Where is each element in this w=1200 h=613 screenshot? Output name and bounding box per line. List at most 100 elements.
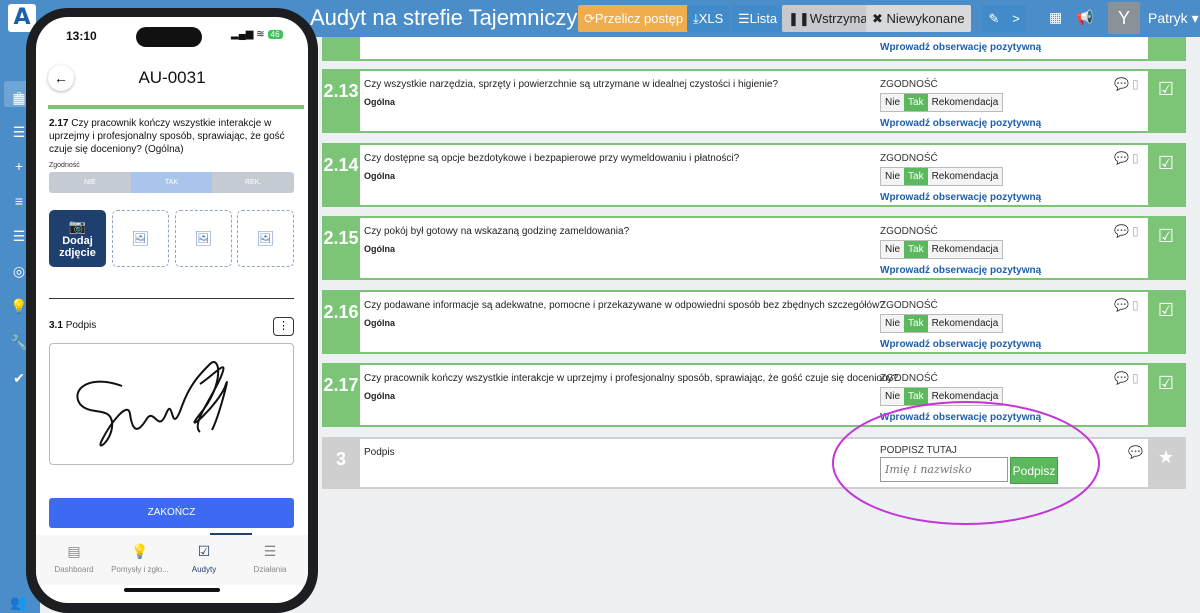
add-photo-button[interactable]: 📷 Dodaj zdjęcie — [49, 210, 106, 267]
xls-export-button[interactable]: ⤓XLS — [687, 5, 730, 32]
item-question: Czy pokój był gotowy na wskazaną godzinę… — [364, 226, 630, 237]
sign-here-label: PODPISZ TUTAJ — [880, 445, 957, 456]
avatar[interactable]: Y — [1108, 2, 1140, 34]
recalc-progress-button[interactable]: ⟳Przelicz postęp — [578, 5, 690, 32]
users-icon[interactable]: 👥 — [10, 593, 28, 611]
comment-icon[interactable]: 💬 — [1128, 445, 1143, 459]
camera-icon: 📷 — [68, 218, 87, 234]
item-number: 3 — [322, 439, 360, 487]
comment-icon[interactable]: 💬 — [1114, 298, 1129, 312]
edit-button[interactable]: ✎ — [982, 5, 1006, 32]
item-question: Czy pracownik kończy wszystkie interakcj… — [364, 373, 899, 384]
yes-button[interactable]: Tak — [904, 388, 928, 405]
checkbox-icon: ☑ — [197, 543, 211, 559]
positive-observation-link[interactable]: Wprowadź obserwację pozytywną — [880, 42, 1041, 53]
document-icon[interactable]: ▯ — [1132, 151, 1139, 165]
signature-item: 3 Podpis PODPISZ TUTAJ Podpisz 💬 ★ — [322, 437, 1186, 489]
star-icon[interactable]: ★ — [1148, 439, 1184, 487]
item-category: Ogólna — [364, 244, 395, 254]
more-options-icon[interactable]: ⋮ — [273, 317, 294, 336]
seg-yes[interactable]: TAK — [130, 172, 213, 193]
image-placeholder-icon[interactable]: 🖼 — [237, 210, 294, 267]
positive-observation-link[interactable]: Wprowadź obserwację pozytywną — [880, 339, 1041, 350]
yes-button[interactable]: Tak — [904, 241, 928, 258]
positive-observation-link[interactable]: Wprowadź obserwację pozytywną — [880, 118, 1041, 129]
megaphone-icon[interactable]: 📢 — [1076, 9, 1093, 26]
document-icon[interactable]: ▯ — [1132, 224, 1139, 238]
seg-no[interactable]: NIE — [49, 172, 131, 193]
tab-actions[interactable]: ☰ Działania — [236, 543, 304, 574]
list-item: Wprowadź obserwację pozytywną — [322, 37, 1186, 61]
image-placeholder-icon[interactable]: 🖼 — [112, 210, 169, 267]
seg-rek[interactable]: REK. — [212, 172, 294, 193]
no-button[interactable]: Nie — [881, 241, 905, 258]
battery-icon: 46 — [267, 30, 283, 39]
sign-button[interactable]: Podpisz — [1010, 457, 1058, 484]
positive-observation-link[interactable]: Wprowadź obserwację pozytywną — [880, 265, 1041, 276]
item-category: Ogólna — [364, 97, 395, 107]
positive-observation-link[interactable]: Wprowadź obserwację pozytywną — [880, 412, 1041, 423]
compliance-label: ZGODNOŚĆ — [880, 373, 938, 384]
comment-icon[interactable]: 💬 — [1114, 371, 1129, 385]
sliders-icon: ☰ — [263, 543, 277, 559]
no-button[interactable]: Nie — [881, 94, 905, 111]
pause-icon: ❚❚ — [788, 11, 810, 26]
yes-button[interactable]: Tak — [904, 94, 928, 111]
recommendation-button[interactable]: Rekomendacja — [927, 94, 1003, 111]
document-icon[interactable]: ▯ — [1132, 77, 1139, 91]
pause-button[interactable]: ❚❚Wstrzymaj — [782, 5, 877, 32]
signature-drawing — [76, 361, 228, 447]
checkbox-checked-icon[interactable]: ☑ — [1148, 71, 1184, 131]
list-button[interactable]: ☰Lista — [732, 5, 784, 32]
tab-audits[interactable]: ☑ Audyty — [170, 543, 238, 574]
yes-button[interactable]: Tak — [904, 315, 928, 332]
finish-button[interactable]: ZAKOŃCZ — [49, 498, 294, 528]
recommendation-button[interactable]: Rekomendacja — [927, 315, 1003, 332]
grid-icon[interactable]: ▦ — [1049, 9, 1062, 26]
comment-icon[interactable]: 💬 — [1114, 77, 1129, 91]
document-icon[interactable]: ▯ — [1132, 371, 1139, 385]
chevron-down-icon: ▾ — [1187, 10, 1199, 26]
undone-button[interactable]: ✖ Niewykonane — [866, 5, 971, 32]
yes-button[interactable]: Tak — [904, 168, 928, 185]
positive-observation-link[interactable]: Wprowadź obserwację pozytywną — [880, 192, 1041, 203]
checkbox-checked-icon[interactable]: ☑ — [1148, 365, 1184, 425]
document-icon[interactable]: ▯ — [1132, 298, 1139, 312]
name-field[interactable] — [880, 457, 1008, 482]
checkbox-checked-icon[interactable]: ☑ — [1148, 145, 1184, 205]
no-button[interactable]: Nie — [881, 168, 905, 185]
compliance-buttons: Nie Tak Rekomendacja — [880, 387, 1004, 406]
compliance-label: ZGODNOŚĆ — [880, 300, 938, 311]
checkbox-checked-icon[interactable]: ☑ — [1148, 292, 1184, 352]
audit-id-title: AU-0031 — [138, 68, 206, 87]
signature-pad[interactable] — [49, 343, 294, 465]
compliance-label: ZGODNOŚĆ — [880, 153, 938, 164]
checkbox-checked-icon[interactable]: ☑ — [1148, 218, 1184, 278]
status-icons: ▂▄▆ ≋ 46 — [231, 29, 283, 40]
pencil-icon: ✎ — [988, 11, 1000, 26]
item-category: Ogólna — [364, 318, 395, 328]
audit-item-2-14: 2.14 Czy dostępne są opcje bezdotykowe i… — [322, 143, 1186, 207]
recommendation-button[interactable]: Rekomendacja — [927, 241, 1003, 258]
no-button[interactable]: Nie — [881, 315, 905, 332]
status-time: 13:10 — [66, 29, 97, 43]
next-button[interactable]: > — [1006, 5, 1026, 32]
active-tab-indicator — [210, 533, 252, 535]
comment-icon[interactable]: 💬 — [1114, 151, 1129, 165]
item-number: 2.14 — [322, 145, 360, 205]
no-button[interactable]: Nie — [881, 388, 905, 405]
recommendation-button[interactable]: Rekomendacja — [927, 388, 1003, 405]
wifi-icon: ≋ — [256, 29, 265, 40]
tab-dashboard[interactable]: ▤ Dashboard — [40, 543, 108, 574]
user-menu[interactable]: Patryk ▾ — [1148, 10, 1199, 27]
image-placeholder-icon[interactable]: 🖼 — [175, 210, 232, 267]
item-category: Ogólna — [364, 171, 395, 181]
mobile-screen: 13:10 ▂▄▆ ≋ 46 ← AU-0031 2.17 Czy pracown… — [36, 17, 308, 603]
recommendation-button[interactable]: Rekomendacja — [927, 168, 1003, 185]
compliance-buttons: Nie Tak Rekomendacja — [880, 314, 1004, 333]
compliance-label: ZGODNOŚĆ — [880, 79, 938, 90]
comment-icon[interactable]: 💬 — [1114, 224, 1129, 238]
tab-ideas[interactable]: 💡 Pomysły i zgło... — [106, 543, 174, 574]
home-indicator — [124, 588, 220, 592]
audit-item-2-16: 2.16 Czy podawane informacje są adekwatn… — [322, 290, 1186, 354]
